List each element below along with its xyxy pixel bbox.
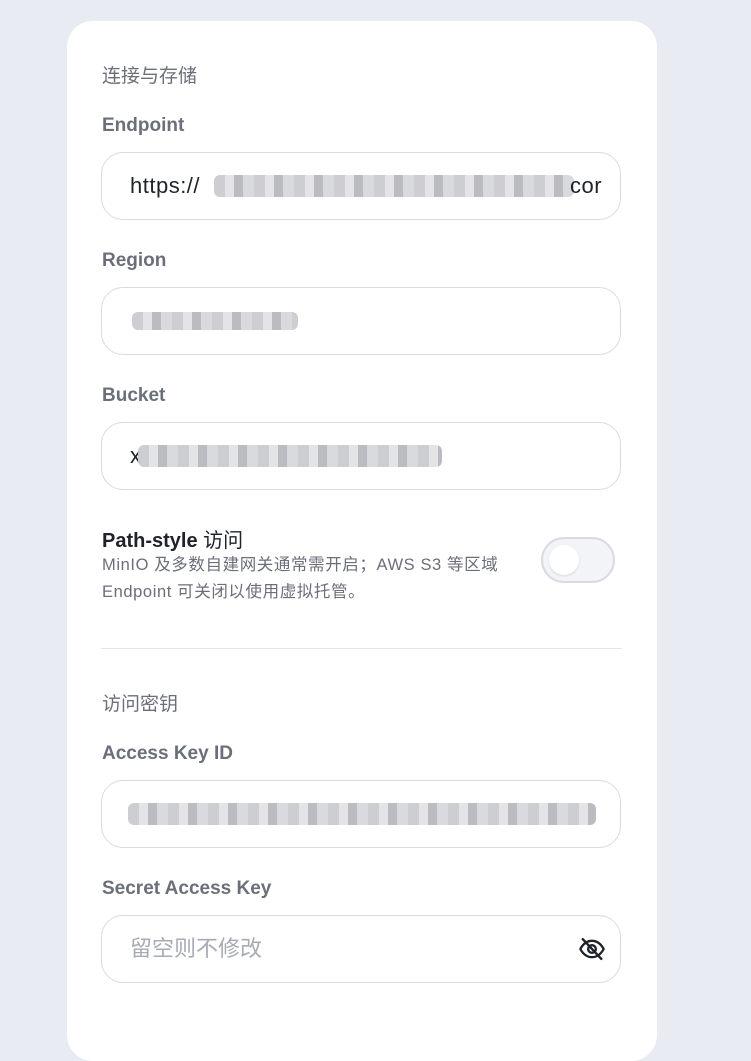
- path-style-description: MinIO 及多数自建网关通常需开启；AWS S3 等区域 Endpoint 可…: [102, 556, 499, 601]
- section-title-connection: 连接与存储: [102, 66, 198, 87]
- secret-access-key-input[interactable]: 留空则不修改: [101, 915, 621, 983]
- endpoint-value-suffix: cor: [570, 173, 603, 198]
- bucket-input[interactable]: x: [101, 422, 621, 490]
- secret-access-key-label: Secret Access Key: [102, 878, 272, 899]
- switch-knob: [549, 545, 579, 575]
- endpoint-value-prefix: https://: [130, 173, 201, 198]
- region-label: Region: [102, 250, 167, 271]
- section-divider: [101, 648, 622, 649]
- path-style-title: Path-style 访问: [102, 524, 243, 553]
- access-key-id-redacted: [128, 803, 596, 825]
- path-style-title-text: Path-style: [102, 530, 198, 552]
- access-key-id-label: Access Key ID: [102, 743, 233, 764]
- bucket-redacted: [138, 445, 442, 467]
- region-redacted: [132, 312, 298, 330]
- eye-off-icon[interactable]: [578, 935, 606, 963]
- path-style-title-cjk: 访问: [203, 530, 244, 552]
- settings-card: 连接与存储 Endpoint https:// cor Region Bucke…: [67, 21, 657, 1061]
- endpoint-redacted: [214, 175, 574, 197]
- endpoint-label: Endpoint: [102, 115, 185, 136]
- endpoint-input[interactable]: https:// cor: [101, 152, 621, 220]
- secret-access-key-placeholder: 留空则不修改: [130, 936, 263, 961]
- bucket-label: Bucket: [102, 385, 166, 406]
- access-key-id-input[interactable]: [101, 780, 621, 848]
- section-title-keys: 访问密钥: [102, 694, 179, 715]
- path-style-switch[interactable]: [541, 537, 615, 583]
- region-input[interactable]: [101, 287, 621, 355]
